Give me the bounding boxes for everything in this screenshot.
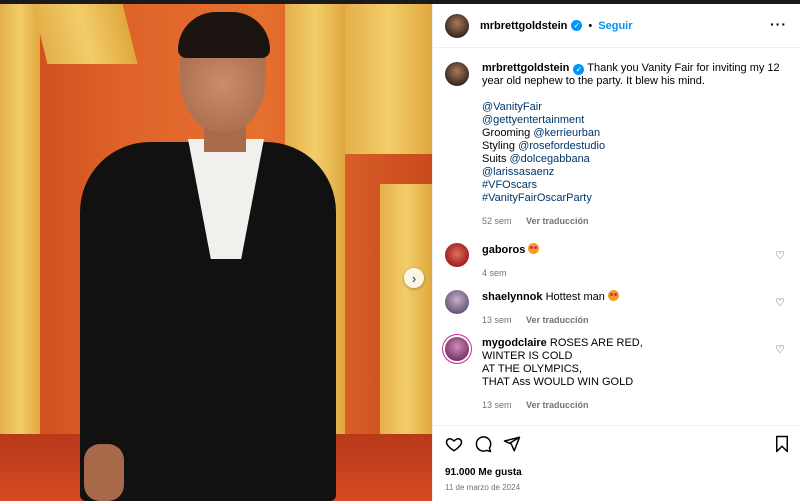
timestamp[interactable]: 4 sem: [482, 268, 507, 278]
author-username[interactable]: mrbrettgoldstein: [480, 20, 567, 32]
bookmark-icon[interactable]: [773, 435, 791, 453]
mention-link[interactable]: @larissasaenz: [482, 166, 789, 179]
timestamp[interactable]: 13 sem: [482, 400, 512, 410]
mention-link[interactable]: @VanityFair: [482, 101, 789, 114]
comment-username[interactable]: gaboros: [482, 244, 525, 256]
backdrop-letter: [32, 4, 138, 64]
separator: •: [588, 19, 593, 32]
post-date[interactable]: 11 de marzo de 2024: [445, 483, 520, 492]
backdrop-letter: [345, 4, 432, 154]
avatar[interactable]: [445, 13, 469, 38]
caption: mrbrettgoldstein ✓ Thank you Vanity Fair …: [445, 62, 789, 228]
comment-text: AT THE OLYMPICS,: [482, 363, 583, 375]
backdrop-letter: [380, 184, 432, 434]
comments-list[interactable]: mrbrettgoldstein ✓ Thank you Vanity Fair …: [433, 49, 800, 424]
comment-username[interactable]: mygodclaire: [482, 337, 547, 349]
comment-meta: 52 sem Ver traducción: [482, 215, 789, 228]
comment-icon[interactable]: [474, 435, 492, 453]
follow-button[interactable]: Seguir: [598, 20, 632, 32]
comment-meta: 4 sem: [482, 267, 789, 280]
comment-text: ROSES ARE RED,: [549, 337, 643, 349]
heart-icon[interactable]: ♡: [775, 296, 785, 309]
avatar[interactable]: [445, 337, 469, 361]
translate-link[interactable]: Ver traducción: [526, 315, 589, 325]
mention-link[interactable]: @kerrieurban: [533, 127, 600, 139]
person-hair: [178, 12, 270, 58]
heart-icon[interactable]: ♡: [775, 249, 785, 262]
verified-badge-icon: ✓: [573, 64, 585, 75]
translate-link[interactable]: Ver traducción: [526, 216, 589, 226]
hashtag-link[interactable]: #VanityFairOscarParty: [482, 192, 789, 205]
comment-meta: 13 sem Ver traducción: [482, 399, 789, 412]
avatar[interactable]: [445, 62, 469, 86]
chevron-right-icon[interactable]: ›: [404, 268, 424, 288]
caption-username[interactable]: mrbrettgoldstein: [482, 62, 569, 74]
avatar[interactable]: [445, 243, 469, 267]
comment-item: shaelynnok Hottest man 13 sem Ver traduc…: [445, 290, 789, 327]
person-hand: [84, 444, 124, 501]
avatar[interactable]: [445, 290, 469, 314]
post-header: mrbrettgoldstein ✓ • Seguir ···: [433, 4, 800, 48]
comment-text: WINTER IS COLD: [482, 350, 573, 362]
timestamp[interactable]: 52 sem: [482, 216, 512, 226]
mention-link[interactable]: @dolcegabbana: [510, 153, 590, 165]
timestamp[interactable]: 13 sem: [482, 315, 512, 325]
heart-eyes-emoji-icon: [607, 290, 619, 301]
verified-badge-icon: ✓: [571, 20, 583, 31]
caption-text: Styling: [482, 140, 519, 152]
comment-item: gaboros 4 sem ♡: [445, 243, 789, 280]
comment-item: mygodclaire ROSES ARE RED, WINTER IS COL…: [445, 337, 789, 412]
action-bar: 91.000 Me gusta 11 de marzo de 2024: [433, 425, 800, 501]
hashtag-link[interactable]: #VFOscars: [482, 179, 789, 192]
mention-link[interactable]: @gettyentertainment: [482, 114, 789, 127]
caption-text: Grooming: [482, 127, 534, 139]
translate-link[interactable]: Ver traducción: [526, 400, 589, 410]
heart-icon[interactable]: [445, 435, 463, 453]
heart-eyes-emoji-icon: [528, 243, 540, 254]
caption-text: Suits: [482, 153, 510, 165]
mention-link[interactable]: @rosefordestudio: [518, 140, 605, 152]
comment-text: Hottest man: [545, 291, 605, 303]
heart-icon[interactable]: ♡: [775, 343, 785, 356]
more-horizontal-icon[interactable]: ···: [770, 16, 787, 32]
comment-username[interactable]: shaelynnok: [482, 291, 543, 303]
like-count[interactable]: 91.000 Me gusta: [445, 467, 522, 478]
comment-meta: 13 sem Ver traducción: [482, 314, 789, 327]
post-photo[interactable]: ›: [0, 4, 432, 501]
comment-text: THAT Ass WOULD WIN GOLD: [482, 376, 634, 388]
backdrop-letter: [0, 4, 40, 434]
share-icon[interactable]: [503, 435, 521, 453]
post-details-panel: mrbrettgoldstein ✓ • Seguir ··· mrbrettg…: [432, 4, 800, 501]
